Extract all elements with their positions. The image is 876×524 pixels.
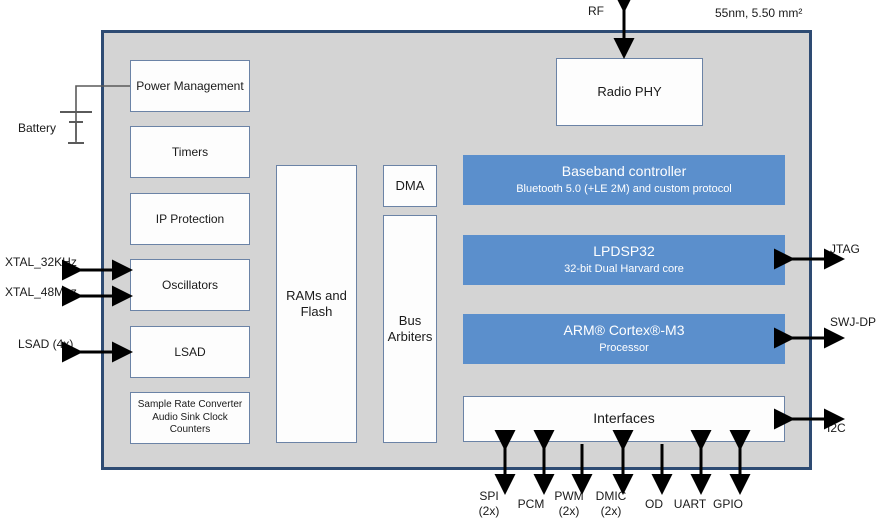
block-label-line1: Sample Rate Converter — [137, 399, 243, 411]
block-timers[interactable]: Timers — [130, 126, 250, 178]
block-title: LPDSP32 — [593, 242, 655, 259]
pin-label-line2: (2x) — [600, 504, 622, 518]
pin-label-pwm: PWM (2x) — [554, 489, 583, 519]
pin-label-line1: UART — [673, 497, 707, 511]
block-label: IP Protection — [155, 211, 225, 226]
pin-label-line2: (2x) — [478, 504, 500, 518]
block-arm-cortex-m3[interactable]: ARM® Cortex®-M3 Processor — [463, 314, 785, 364]
pin-label-gpio: GPIO — [713, 497, 743, 512]
block-label-line1: RAMs and — [286, 287, 347, 303]
pin-label-rf: RF — [588, 4, 604, 18]
block-label: Oscillators — [161, 277, 218, 292]
block-subtitle: Processor — [599, 342, 649, 355]
block-ip-protection[interactable]: IP Protection — [130, 193, 250, 245]
block-label-line2: Arbiters — [387, 329, 433, 344]
block-lpdsp32[interactable]: LPDSP32 32-bit Dual Harvard core — [463, 235, 785, 285]
pin-label-xtal-32khz: XTAL_32KHz — [5, 255, 77, 269]
block-label: Radio PHY — [597, 83, 662, 99]
block-dma[interactable]: DMA — [383, 165, 437, 207]
block-label: Power Management — [136, 78, 244, 93]
block-diagram-canvas: 55nm, 5.50 mm² Power Management Timers I… — [0, 0, 876, 524]
block-baseband-controller[interactable]: Baseband controller Bluetooth 5.0 (+LE 2… — [463, 155, 785, 205]
pin-label-line1: PWM — [554, 489, 584, 503]
block-interfaces[interactable]: Interfaces — [463, 396, 785, 442]
block-label-line1: Bus — [398, 312, 422, 328]
block-rams-and-flash[interactable]: RAMs and Flash — [276, 165, 357, 443]
block-label: LSAD — [174, 344, 206, 359]
pin-label-i2c: I2C — [827, 421, 846, 435]
pin-label-line1: DMIC — [595, 489, 627, 503]
block-power-management[interactable]: Power Management — [130, 60, 250, 112]
block-title: Baseband controller — [561, 162, 687, 179]
block-radio-phy[interactable]: Radio PHY — [556, 58, 703, 126]
block-subtitle: 32-bit Dual Harvard core — [564, 263, 684, 276]
pin-label-od: OD — [645, 497, 663, 512]
process-node-label: 55nm, 5.50 mm² — [715, 6, 803, 20]
block-subtitle: Bluetooth 5.0 (+LE 2M) and custom protoc… — [516, 183, 732, 196]
pin-label-spi: SPI (2x) — [479, 489, 500, 519]
block-label-line2: Audio Sink Clock Counters — [152, 411, 228, 436]
block-label: Timers — [171, 144, 209, 159]
block-sample-rate-converter[interactable]: Sample Rate Converter Audio Sink Clock C… — [130, 392, 250, 444]
pin-label-line1: SPI — [479, 489, 499, 503]
pin-label-uart: UART — [674, 497, 706, 512]
block-lsad[interactable]: LSAD — [130, 326, 250, 378]
pin-label-jtag: JTAG — [830, 242, 860, 256]
block-label: DMA — [395, 177, 425, 193]
pin-label-xtal-48mhz: XTAL_48Mhz — [5, 285, 77, 299]
pin-label-line1: GPIO — [712, 497, 744, 511]
pin-label-line2: (2x) — [558, 504, 580, 518]
pin-label-battery: Battery — [18, 121, 57, 135]
pin-label-line1: PCM — [517, 497, 545, 511]
block-oscillators[interactable]: Oscillators — [130, 259, 250, 311]
block-label: Interfaces — [593, 410, 655, 427]
block-bus-arbiters[interactable]: Bus Arbiters — [383, 215, 437, 443]
pin-label-dmic: DMIC (2x) — [596, 489, 627, 519]
pin-label-swj-dp: SWJ-DP — [830, 315, 876, 329]
pin-label-lsad-4x: LSAD (4x) — [18, 337, 74, 351]
block-label-line2: Flash — [300, 304, 333, 319]
pin-label-pcm: PCM — [518, 497, 545, 512]
pin-label-line1: OD — [645, 497, 663, 511]
block-title: ARM® Cortex®-M3 — [563, 321, 685, 338]
